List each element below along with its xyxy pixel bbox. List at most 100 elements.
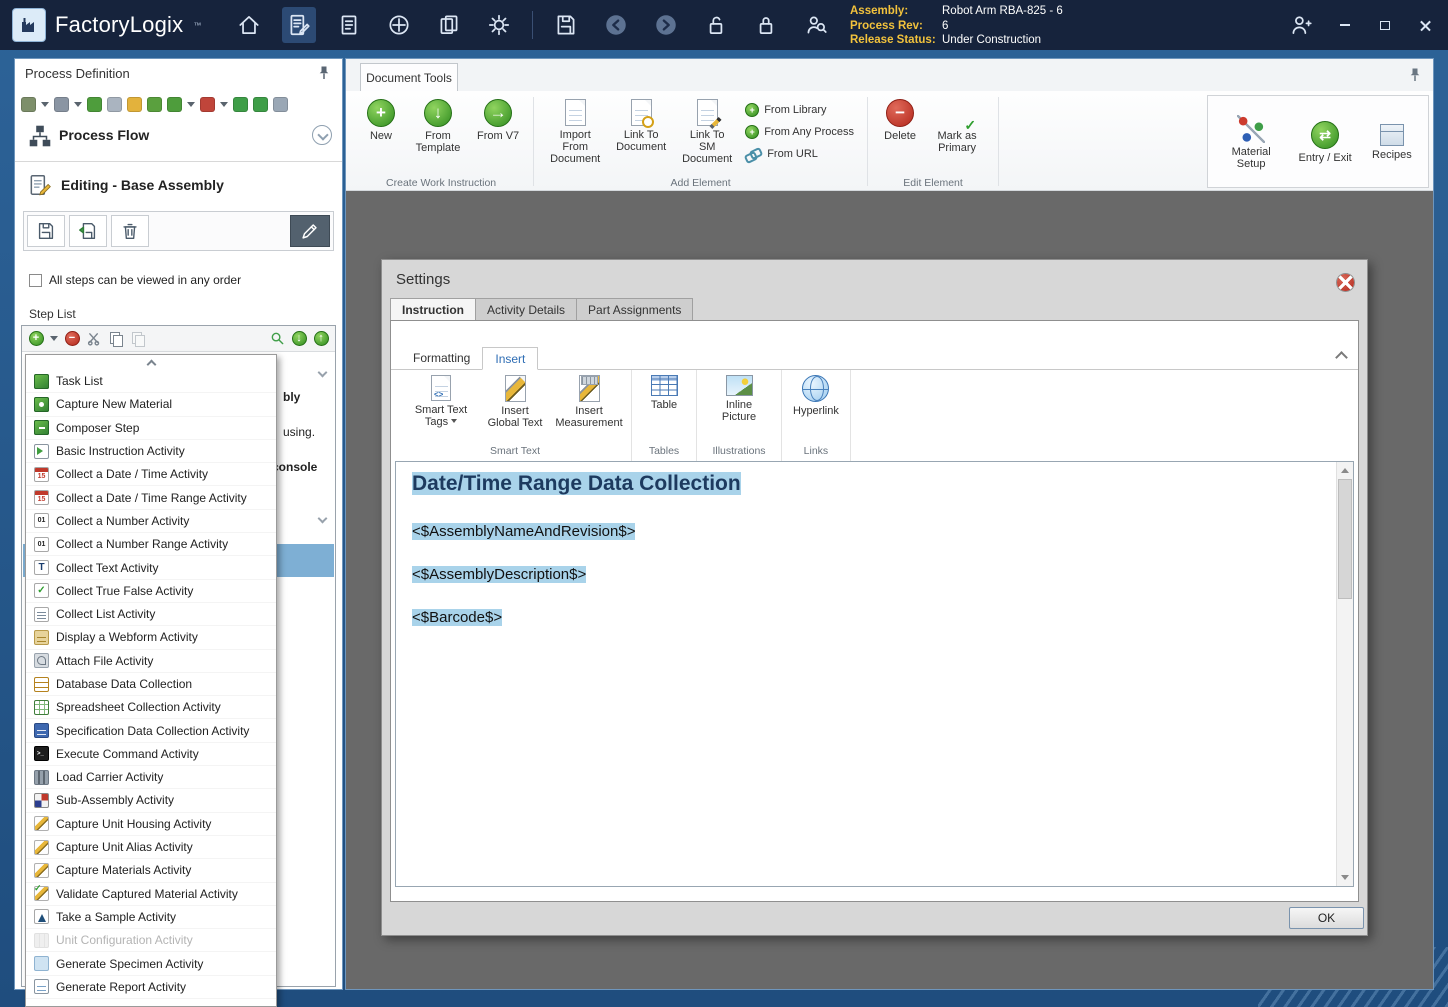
insert-ribbon-button[interactable]: Table (638, 370, 690, 445)
close-button[interactable] (1412, 14, 1438, 36)
maximize-button[interactable] (1372, 14, 1398, 36)
user-gold-icon[interactable] (127, 97, 142, 112)
menu-item[interactable]: Collect a Date / Time Range Activity (26, 486, 276, 509)
instruction-editor[interactable]: Date/Time Range Data Collection <$Assemb… (395, 461, 1354, 887)
flag-icon[interactable] (167, 97, 182, 112)
lock-icon[interactable] (749, 7, 783, 43)
menu-item[interactable]: Attach File Activity (26, 650, 276, 673)
add-step-dropdown-caret[interactable] (50, 336, 58, 345)
insert-ribbon-button[interactable]: Hyperlink (788, 370, 844, 445)
ribbon-small-button[interactable]: + From Any Process (745, 123, 854, 141)
ribbon-button[interactable]: Recipes (1367, 120, 1417, 163)
ribbon-small-button[interactable]: From URL (745, 145, 854, 163)
menu-item[interactable]: Collect List Activity (26, 603, 276, 626)
ribbon-button[interactable]: ↓ From Template (406, 95, 470, 175)
remove-step-button[interactable]: − (64, 331, 80, 347)
ok-button[interactable]: OK (1289, 907, 1364, 929)
insert-ribbon-button[interactable]: Smart Text Tags (405, 370, 477, 445)
process-editor-icon[interactable] (282, 7, 316, 43)
dialog-close-icon[interactable] (1337, 274, 1354, 291)
save-icon[interactable] (549, 7, 583, 43)
scroll-down-arrow[interactable] (1337, 870, 1353, 886)
row-chevron-icon[interactable] (318, 514, 328, 524)
settings-gear-icon[interactable] (482, 7, 516, 43)
process-flow-row[interactable]: Process Flow (15, 119, 342, 155)
navigator-icon[interactable] (382, 7, 416, 43)
pin-icon[interactable] (316, 65, 332, 81)
upload-icon[interactable] (253, 97, 268, 112)
menu-item[interactable]: Composer Step (26, 417, 276, 440)
user-icon[interactable] (107, 97, 122, 112)
settings-tab[interactable]: Activity Details (475, 298, 576, 321)
pause-icon[interactable] (273, 97, 288, 112)
menu-item[interactable]: Task List (26, 370, 276, 393)
menu-item[interactable]: Collect a Date / Time Activity (26, 463, 276, 486)
ribbon-button[interactable]: → From V7 (472, 95, 524, 175)
home-icon[interactable] (232, 7, 266, 43)
cut-step-button[interactable] (86, 331, 102, 347)
menu-item[interactable]: Collect a Number Range Activity (26, 533, 276, 556)
tab-document-tools[interactable]: Document Tools (360, 63, 458, 91)
order-checkbox[interactable] (29, 274, 42, 287)
dropdown-caret-icon[interactable] (41, 100, 49, 108)
ribbon-button[interactable]: Mark as Primary (925, 95, 989, 175)
documents-icon[interactable] (432, 7, 466, 43)
menu-item[interactable]: Spreadsheet Collection Activity (26, 696, 276, 719)
move-step-down-button[interactable]: ↓ (291, 331, 307, 347)
ribbon-button[interactable]: Link To Document (609, 95, 673, 175)
menu-item[interactable]: Collect Text Activity (26, 556, 276, 579)
add-user-icon[interactable] (1284, 7, 1318, 43)
ribbon-pin-icon[interactable] (1407, 67, 1423, 83)
import-step-button[interactable] (69, 215, 107, 247)
ribbon-button[interactable]: Material Setup (1219, 111, 1283, 172)
editor-ribbon-tab[interactable]: Insert (482, 347, 538, 370)
menu-item[interactable]: Execute Command Activity (26, 743, 276, 766)
menu-item[interactable]: Database Data Collection (26, 673, 276, 696)
menu-item[interactable]: Collect True False Activity (26, 580, 276, 603)
menu-item[interactable]: Generate Report Activity (26, 976, 276, 999)
insert-ribbon-button[interactable]: Insert Global Text (479, 370, 551, 445)
menu-item[interactable]: Basic Instruction Activity (26, 440, 276, 463)
minimize-button[interactable] (1332, 14, 1358, 36)
ribbon-small-button[interactable]: + From Library (745, 101, 854, 119)
menu-scroll-up[interactable] (26, 355, 276, 370)
copy-step-button[interactable] (108, 331, 124, 347)
menu-item[interactable]: Capture Unit Housing Activity (26, 813, 276, 836)
menu-item[interactable]: Unit Configuration Activity (26, 929, 276, 952)
print-icon[interactable] (54, 97, 69, 112)
ribbon-button[interactable]: − Delete (877, 95, 923, 175)
editor-scrollbar[interactable] (1336, 462, 1353, 886)
unlock-icon[interactable] (699, 7, 733, 43)
editor-ribbon-tab[interactable]: Formatting (401, 347, 482, 370)
menu-item[interactable]: Validate Captured Material Activity (26, 883, 276, 906)
settings-tab[interactable]: Instruction (390, 298, 475, 321)
menu-item[interactable]: Take a Sample Activity (26, 906, 276, 929)
undo-icon[interactable] (599, 7, 633, 43)
redo-icon[interactable] (649, 7, 683, 43)
tree-icon[interactable] (87, 97, 102, 112)
menu-item[interactable]: Capture New Material (26, 393, 276, 416)
collapse-section-icon[interactable] (312, 125, 332, 145)
add-step-button[interactable]: + (28, 331, 44, 347)
view-options-icon[interactable] (21, 97, 36, 112)
menu-item[interactable]: Load Carrier Activity (26, 766, 276, 789)
dropdown-caret-icon[interactable] (74, 100, 82, 108)
work-orders-icon[interactable] (332, 7, 366, 43)
ribbon-button[interactable]: Link To SM Document (675, 95, 739, 175)
menu-item[interactable]: Capture Materials Activity (26, 859, 276, 882)
insert-ribbon-button[interactable]: Inline Picture (703, 370, 775, 445)
delete-step-button[interactable] (111, 215, 149, 247)
ribbon-button[interactable]: + New (358, 95, 404, 175)
menu-item[interactable]: Generate Specimen Activity (26, 952, 276, 975)
row-chevron-icon[interactable] (318, 368, 328, 378)
menu-item[interactable]: Display a Webform Activity (26, 626, 276, 649)
paste-step-button[interactable] (130, 331, 146, 347)
menu-item[interactable]: Capture Unit Alias Activity (26, 836, 276, 859)
save-step-button[interactable] (27, 215, 65, 247)
menu-item[interactable]: Sub-Assembly Activity (26, 789, 276, 812)
scrollbar-thumb[interactable] (1338, 479, 1352, 599)
settings-tab[interactable]: Part Assignments (576, 298, 693, 321)
move-step-up-button[interactable]: ↑ (313, 331, 329, 347)
menu-item[interactable]: Collect a Number Activity (26, 510, 276, 533)
tag-icon[interactable] (200, 97, 215, 112)
